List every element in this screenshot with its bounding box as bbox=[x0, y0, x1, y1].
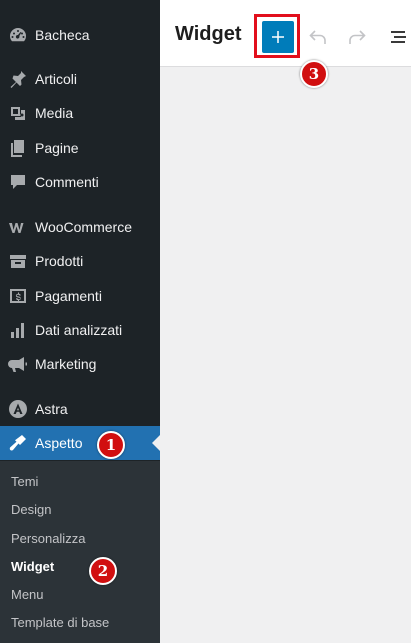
submenu-item-personalizza[interactable]: Personalizza bbox=[11, 531, 85, 546]
page-title: Widget bbox=[175, 23, 242, 45]
undo-button[interactable] bbox=[307, 26, 329, 48]
list-view-button[interactable] bbox=[388, 26, 410, 48]
pin-icon bbox=[8, 69, 28, 89]
sidebar-item-label: Articoli bbox=[35, 71, 78, 87]
sidebar-item-label: Bacheca bbox=[35, 27, 90, 43]
undo-icon bbox=[307, 30, 329, 52]
comments-icon bbox=[8, 172, 28, 192]
sidebar-item-label: Astra bbox=[35, 401, 68, 417]
pages-icon bbox=[8, 138, 28, 158]
payments-icon bbox=[8, 286, 28, 306]
editor-header: Widget bbox=[160, 0, 411, 67]
submenu-item-template-di-base[interactable]: Template di base bbox=[11, 615, 109, 630]
appearance-icon bbox=[8, 433, 28, 453]
sidebar-item-bacheca[interactable]: Bacheca bbox=[0, 18, 160, 52]
sidebar-item-woocommerce[interactable]: WooCommerce bbox=[0, 210, 160, 244]
sidebar-item-prodotti[interactable]: Prodotti bbox=[0, 244, 160, 278]
sidebar-item-media[interactable]: Media bbox=[0, 96, 160, 130]
sidebar-item-label: Pagamenti bbox=[35, 288, 102, 304]
sidebar-item-label: Prodotti bbox=[35, 253, 84, 269]
plus-icon bbox=[270, 29, 286, 45]
sidebar-item-astra[interactable]: Astra bbox=[0, 392, 160, 426]
add-block-button[interactable] bbox=[262, 21, 294, 53]
astra-icon bbox=[8, 399, 28, 419]
sidebar-item-pagine[interactable]: Pagine bbox=[0, 131, 160, 165]
sidebar-item-label: Media bbox=[35, 105, 74, 121]
submenu-item-temi[interactable]: Temi bbox=[11, 474, 38, 489]
sidebar-item-label: Marketing bbox=[35, 356, 97, 372]
admin-sidebar: Bacheca Articoli Media Pagine Commenti W… bbox=[0, 0, 160, 643]
sidebar-item-commenti[interactable]: Commenti bbox=[0, 165, 160, 199]
woocommerce-icon bbox=[8, 217, 28, 237]
media-icon bbox=[8, 103, 28, 123]
sidebar-item-label: Dati analizzati bbox=[35, 322, 123, 338]
submenu-item-design[interactable]: Design bbox=[11, 502, 51, 517]
annotation-badge-1: 1 bbox=[97, 431, 125, 459]
sidebar-item-dati-analizzati[interactable]: Dati analizzati bbox=[0, 313, 160, 347]
list-view-icon bbox=[388, 31, 410, 52]
marketing-icon bbox=[8, 354, 28, 374]
analytics-icon bbox=[8, 320, 28, 340]
sidebar-item-label: Aspetto bbox=[35, 435, 83, 451]
redo-button[interactable] bbox=[346, 26, 368, 48]
current-menu-arrow bbox=[152, 435, 160, 451]
sidebar-item-label: WooCommerce bbox=[35, 219, 132, 235]
products-icon bbox=[8, 251, 28, 271]
sidebar-item-marketing[interactable]: Marketing bbox=[0, 347, 160, 381]
appearance-submenu: Temi Design Personalizza Widget Menu Tem… bbox=[0, 461, 160, 643]
sidebar-item-label: Commenti bbox=[35, 174, 99, 190]
annotation-badge-3: 3 bbox=[300, 60, 328, 88]
sidebar-item-articoli[interactable]: Articoli bbox=[0, 62, 160, 96]
redo-icon bbox=[346, 30, 368, 52]
submenu-item-menu[interactable]: Menu bbox=[11, 587, 44, 602]
submenu-item-widget[interactable]: Widget bbox=[11, 559, 54, 574]
dashboard-icon bbox=[8, 25, 28, 45]
annotation-badge-2: 2 bbox=[89, 557, 117, 585]
sidebar-item-pagamenti[interactable]: Pagamenti bbox=[0, 279, 160, 313]
sidebar-item-label: Pagine bbox=[35, 140, 79, 156]
sidebar-item-aspetto[interactable]: Aspetto bbox=[0, 426, 160, 460]
